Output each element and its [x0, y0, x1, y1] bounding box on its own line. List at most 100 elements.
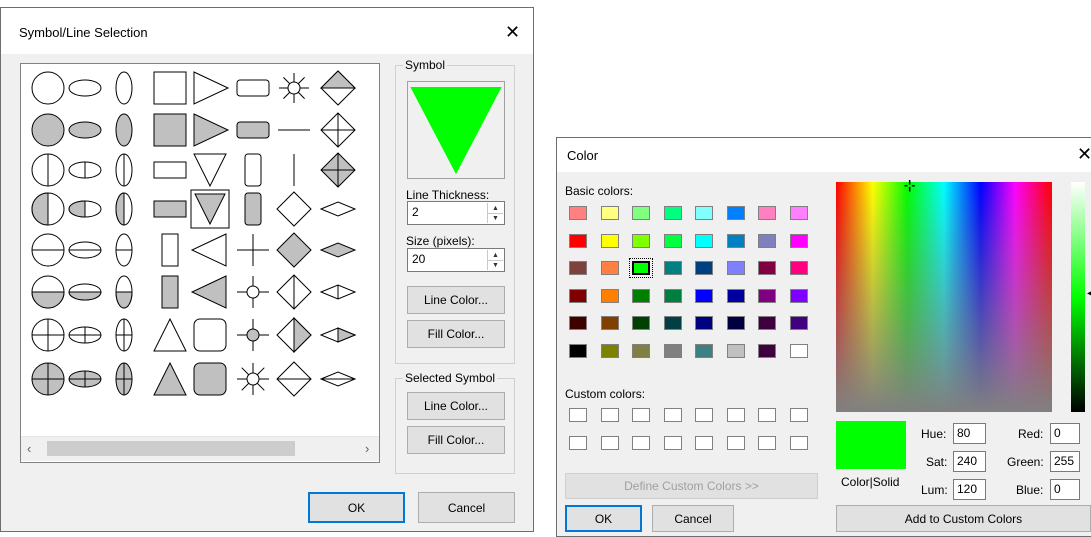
- basic-color-swatch[interactable]: [695, 233, 713, 248]
- v-ellipse-half-left-filled-icon[interactable]: [115, 192, 133, 226]
- spin-down-icon[interactable]: ▼: [488, 260, 503, 270]
- h-ellipse-cross-filled-icon[interactable]: [68, 370, 102, 388]
- color-spectrum[interactable]: -¦-: [836, 179, 1052, 412]
- line-thickness-value[interactable]: 2: [412, 205, 419, 219]
- diamond-cross-icon[interactable]: [320, 112, 356, 148]
- basic-color-swatch[interactable]: [789, 233, 808, 248]
- flat-diamond-filled-icon[interactable]: [319, 242, 357, 258]
- basic-color-swatch[interactable]: [600, 288, 619, 303]
- lum-input[interactable]: 120: [953, 479, 986, 500]
- basic-color-swatch[interactable]: [695, 261, 713, 275]
- triangle-left-empty-icon[interactable]: [190, 233, 227, 267]
- color-cancel-button[interactable]: Cancel: [652, 505, 734, 532]
- diamond-empty-icon[interactable]: [276, 191, 312, 227]
- plus-circle-filled-icon[interactable]: [237, 319, 269, 351]
- circle-cross-icon[interactable]: [31, 318, 65, 352]
- basic-color-swatch[interactable]: [600, 316, 619, 330]
- rounded-h-rect-filled-icon[interactable]: [236, 121, 270, 139]
- custom-color-swatch[interactable]: [789, 408, 808, 422]
- triangle-left-filled-icon[interactable]: [190, 275, 227, 309]
- luminance-bar[interactable]: [1071, 182, 1085, 412]
- diamond-half-filled-icon[interactable]: [276, 316, 312, 354]
- basic-color-swatch[interactable]: [569, 316, 587, 330]
- basic-color-swatch[interactable]: [663, 288, 682, 303]
- custom-color-swatch[interactable]: [569, 435, 587, 450]
- basic-color-swatch[interactable]: [569, 206, 587, 220]
- basic-color-swatch[interactable]: [569, 343, 587, 358]
- flat-diamond-v-split-icon[interactable]: [319, 284, 357, 300]
- scrollbar-thumb[interactable]: [47, 441, 295, 456]
- rounded-square-empty-icon[interactable]: [193, 318, 227, 352]
- custom-color-swatch[interactable]: [726, 435, 745, 450]
- basic-color-swatch[interactable]: [726, 261, 745, 275]
- custom-color-swatch[interactable]: [726, 408, 745, 422]
- basic-color-swatch[interactable]: [726, 206, 745, 220]
- custom-color-swatch[interactable]: [695, 408, 713, 422]
- line-color-button[interactable]: Line Color...: [407, 286, 505, 314]
- v-ellipse-cross-filled-icon[interactable]: [115, 362, 133, 396]
- circle-half-left-filled-icon[interactable]: [31, 192, 65, 226]
- basic-color-swatch[interactable]: [663, 206, 682, 220]
- basic-color-swatch[interactable]: [600, 206, 619, 220]
- rounded-v-rect-empty-icon[interactable]: [244, 153, 262, 187]
- custom-color-swatch[interactable]: [758, 435, 776, 450]
- square-empty-icon[interactable]: [153, 71, 187, 105]
- basic-color-swatch[interactable]: [632, 233, 650, 248]
- basic-color-swatch[interactable]: [789, 343, 808, 358]
- plus-icon[interactable]: [237, 234, 269, 266]
- rounded-v-rect-filled-icon[interactable]: [244, 192, 262, 226]
- basic-color-swatch[interactable]: [600, 233, 619, 248]
- basic-color-swatch[interactable]: [632, 343, 650, 358]
- hue-input[interactable]: 80: [953, 423, 986, 444]
- diamond-v-split-icon[interactable]: [276, 274, 312, 310]
- v-ellipse-cross-icon[interactable]: [115, 318, 133, 352]
- sat-input[interactable]: 240: [953, 451, 986, 472]
- v-ellipse-vertical-split-icon[interactable]: [115, 153, 133, 187]
- add-to-custom-colors-button[interactable]: Add to Custom Colors: [836, 505, 1091, 532]
- h-ellipse-empty-icon[interactable]: [68, 79, 102, 97]
- cancel-button[interactable]: Cancel: [418, 492, 515, 523]
- basic-color-swatch[interactable]: [695, 288, 713, 303]
- basic-color-swatch[interactable]: [663, 261, 682, 275]
- custom-color-swatch[interactable]: [600, 408, 619, 422]
- basic-color-swatch[interactable]: [663, 343, 682, 358]
- close-icon[interactable]: ✕: [505, 23, 520, 41]
- basic-color-swatch[interactable]: [695, 343, 713, 358]
- green-input[interactable]: 255: [1050, 451, 1080, 472]
- size-spinner[interactable]: 20 ▲ ▼: [407, 248, 505, 272]
- ok-button[interactable]: OK: [308, 492, 405, 523]
- triangle-down-filled-selected-icon[interactable]: [190, 189, 230, 229]
- blue-input[interactable]: 0: [1050, 479, 1080, 500]
- basic-color-swatch[interactable]: [726, 288, 745, 303]
- basic-color-swatch[interactable]: [789, 261, 808, 275]
- v-ellipse-empty-icon[interactable]: [115, 71, 133, 105]
- scroll-left-icon[interactable]: ‹: [27, 441, 31, 456]
- square-filled-icon[interactable]: [153, 113, 187, 147]
- symbol-grid[interactable]: ‹ ›: [20, 63, 380, 463]
- circle-cross-filled-icon[interactable]: [31, 362, 65, 396]
- v-rect-filled-icon[interactable]: [161, 275, 179, 309]
- rounded-square-filled-icon[interactable]: [193, 362, 227, 396]
- h-ellipse-half-bottom-filled-icon[interactable]: [68, 283, 102, 301]
- circle-horizontal-split-icon[interactable]: [31, 233, 65, 267]
- fill-color-button[interactable]: Fill Color...: [407, 320, 505, 348]
- basic-color-swatch[interactable]: [726, 233, 745, 248]
- basic-color-swatch[interactable]: [758, 316, 776, 330]
- v-ellipse-filled-icon[interactable]: [115, 113, 133, 147]
- basic-color-swatch[interactable]: [789, 206, 808, 220]
- size-value[interactable]: 20: [412, 252, 425, 266]
- h-rect-empty-icon[interactable]: [153, 161, 187, 179]
- basic-color-swatch[interactable]: [758, 206, 776, 220]
- custom-color-swatch[interactable]: [695, 435, 713, 450]
- triangle-right-empty-icon[interactable]: [193, 71, 230, 105]
- basic-color-swatch[interactable]: [569, 288, 587, 303]
- basic-color-swatch[interactable]: [758, 288, 776, 303]
- selected-line-color-button[interactable]: Line Color...: [407, 392, 505, 420]
- custom-color-swatch[interactable]: [632, 435, 650, 450]
- h-ellipse-cross-icon[interactable]: [68, 326, 102, 344]
- custom-color-swatch[interactable]: [632, 408, 650, 422]
- circle-empty-icon[interactable]: [31, 71, 65, 105]
- basic-color-swatch[interactable]: [569, 261, 587, 275]
- basic-color-swatch[interactable]: [600, 343, 619, 358]
- custom-color-swatch[interactable]: [569, 408, 587, 422]
